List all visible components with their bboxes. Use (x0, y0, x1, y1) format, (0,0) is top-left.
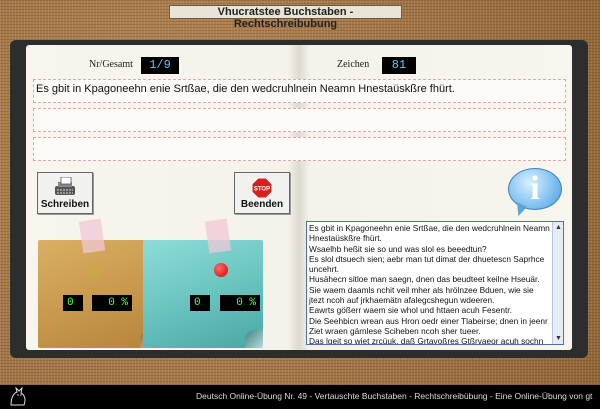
yellow-note-tape (78, 218, 106, 254)
yellow-score-note (38, 240, 158, 348)
text-line-3[interactable] (33, 137, 566, 161)
text-line-1[interactable]: Es gbit in Kpagoneehn enie Srtßae, die d… (33, 79, 566, 103)
zeichen-counter: 81 (382, 57, 416, 74)
red-indicator-dot (214, 263, 228, 277)
nr-counter: 1/9 (141, 57, 179, 74)
original-text: Es gbit in Kpagoneehn enie Srtßae, die d… (309, 223, 550, 345)
original-text-panel[interactable]: Es gbit in Kpagoneehn enie Srtßae, die d… (306, 221, 564, 345)
stop-sign-icon: STOP (251, 177, 273, 202)
footer-text: Deutsch Online-Übung Nr. 49 - Vertauscht… (196, 391, 593, 401)
scroll-down-icon[interactable]: ▼ (554, 334, 563, 343)
write-button-label: Schreiben (40, 199, 90, 210)
write-button[interactable]: Schreiben (37, 172, 93, 214)
window-title: Vhucratstee Buchstaben - Rechtschreibubu… (169, 5, 402, 30)
teal-note-tape (204, 218, 232, 254)
scrollbar[interactable]: ▲ ▼ (552, 222, 563, 344)
teal-score-note (143, 240, 263, 348)
teal-percent: 0 % (220, 295, 260, 311)
stop-sign-text: STOP (254, 187, 270, 193)
stop-button[interactable]: STOP Beenden (234, 172, 290, 214)
yellow-count: 0 (63, 295, 83, 311)
cat-logo-icon (8, 386, 30, 407)
zeichen-label: Zeichen (337, 59, 370, 70)
scroll-up-icon[interactable]: ▲ (554, 223, 563, 232)
typewriter-icon (51, 176, 79, 200)
text-line-2[interactable] (33, 108, 566, 132)
teal-count: 0 (190, 295, 210, 311)
yellow-percent: 0 % (92, 295, 132, 311)
footer-bar: Deutsch Online-Übung Nr. 49 - Vertauscht… (0, 385, 600, 409)
nr-label: Nr/Gesamt (89, 59, 133, 70)
yellow-indicator-dot (88, 263, 102, 277)
